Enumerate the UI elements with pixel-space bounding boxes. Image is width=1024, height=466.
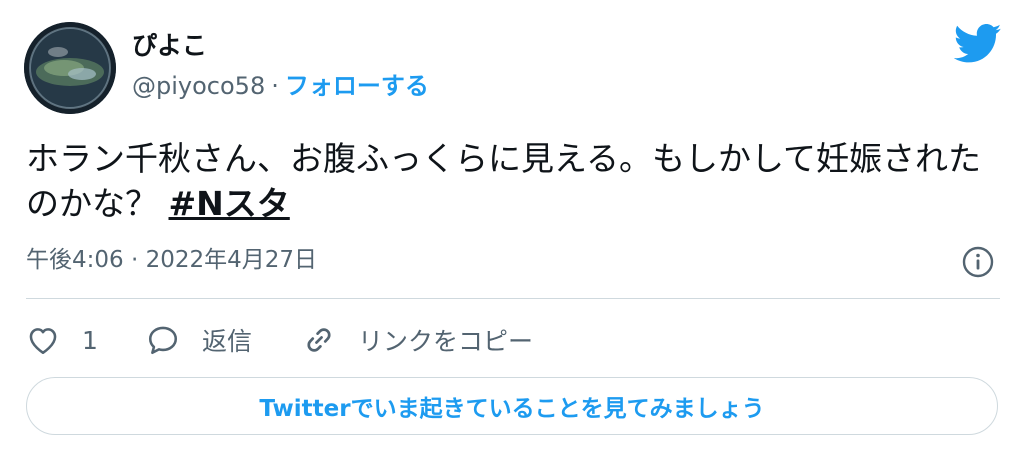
info-icon[interactable] [960,244,996,280]
author-avatar[interactable] [24,22,116,114]
tweet-text: ホラン千秋さん、お腹ふっくらに見える。もしかして妊娠されたのかな？ #Nスタ [26,136,996,226]
divider [26,298,1000,299]
separator-dot: · [271,72,279,100]
like-button[interactable]: 1 [26,320,98,360]
hashtag-link[interactable]: #Nスタ [169,184,290,223]
author-handle[interactable]: @piyoco58 [132,72,265,100]
copy-link-button[interactable]: リンクをコピー [302,320,533,360]
follow-button[interactable]: フォローする [285,72,429,100]
author-handle-row: @piyoco58 · フォローする [132,70,429,102]
reply-label: 返信 [202,327,253,356]
link-icon [307,328,331,352]
author-display-name[interactable]: ぴよこ [132,30,207,62]
heart-icon [29,328,57,355]
like-count: 1 [82,325,98,355]
embedded-tweet-card: ぴよこ @piyoco58 · フォローする ホラン千秋さん、お腹ふっくらに見える。… [0,0,1024,466]
tweet-timestamp[interactable]: 午後4:06 · 2022年4月27日 [26,244,317,276]
reply-button[interactable]: 返信 [146,320,252,360]
twitter-bird-icon[interactable] [954,24,1002,64]
reply-bubble-icon [148,326,178,355]
avatar-image [24,22,116,114]
explore-twitter-button[interactable]: Twitterでいま起きていることを見てみましょう [26,377,998,435]
copy-link-label: リンクをコピー [358,327,534,356]
